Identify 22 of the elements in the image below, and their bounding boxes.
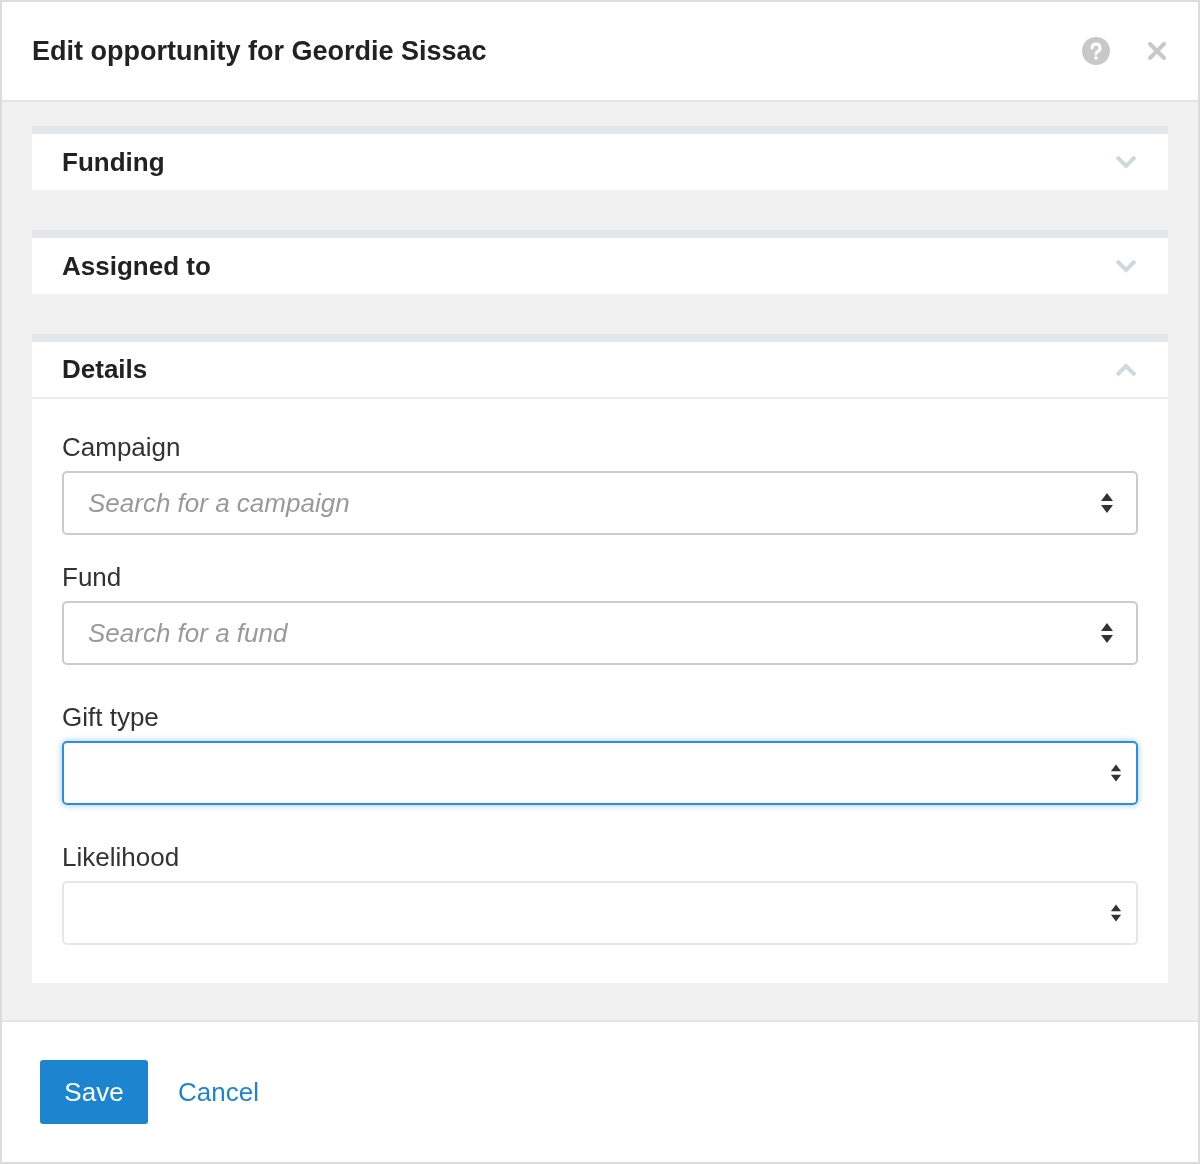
section-title[interactable]: Details bbox=[62, 350, 148, 389]
field-label: Likelihood bbox=[62, 841, 181, 873]
sort-arrows-icon bbox=[1100, 492, 1114, 514]
field-label: Fund bbox=[62, 561, 123, 593]
chevron-up-icon[interactable] bbox=[1114, 362, 1138, 377]
section-title[interactable]: Funding bbox=[62, 142, 165, 182]
chevron-down-icon[interactable] bbox=[1114, 155, 1138, 169]
search-select-field[interactable]: Search for a fund bbox=[62, 601, 1138, 665]
chevron-down-icon[interactable] bbox=[1114, 259, 1138, 273]
sort-arrows-icon bbox=[1110, 902, 1122, 924]
dialog-title: Edit opportunity for Geordie Sissac bbox=[32, 34, 487, 68]
search-select-field[interactable]: Search for a campaign bbox=[62, 471, 1138, 535]
close-icon[interactable] bbox=[1148, 42, 1166, 60]
cancel-link[interactable]: Cancel bbox=[178, 1072, 259, 1112]
sort-arrows-icon bbox=[1100, 622, 1114, 644]
select-field[interactable] bbox=[62, 741, 1138, 805]
sort-arrows-icon bbox=[1110, 762, 1122, 784]
field-label: Campaign bbox=[62, 431, 182, 463]
field-label: Gift type bbox=[62, 701, 160, 733]
save-button[interactable]: Save bbox=[40, 1060, 148, 1124]
section-title[interactable]: Assigned to bbox=[62, 246, 211, 286]
help-icon[interactable] bbox=[1082, 37, 1110, 65]
